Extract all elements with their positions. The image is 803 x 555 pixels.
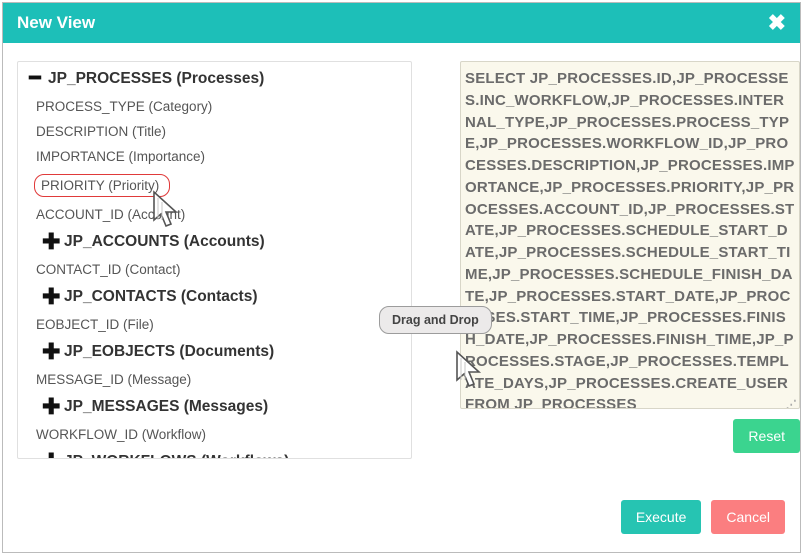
- cursor-icon: [150, 190, 190, 234]
- cancel-button[interactable]: Cancel: [711, 500, 785, 534]
- tree-root[interactable]: ━ JP_PROCESSES (Processes): [22, 66, 411, 94]
- resize-handle-icon[interactable]: ⋰: [786, 402, 797, 408]
- dialog-header: New View ✖: [3, 3, 800, 43]
- tree-subgroup[interactable]: ✚ JP_CONTACTS (Contacts): [22, 282, 411, 312]
- tree-subgroup[interactable]: ✚ JP_WORKFLOWS (Workflows): [22, 447, 411, 459]
- expand-icon[interactable]: ✚: [42, 345, 60, 359]
- reset-button[interactable]: Reset: [733, 419, 800, 453]
- expand-icon[interactable]: ✚: [42, 235, 60, 249]
- tree-subgroup[interactable]: ✚ JP_ACCOUNTS (Accounts): [22, 227, 411, 257]
- collapse-icon[interactable]: ━: [26, 72, 44, 86]
- expand-icon[interactable]: ✚: [42, 400, 60, 414]
- dialog-title: New View: [17, 13, 95, 33]
- expand-icon[interactable]: ✚: [42, 455, 60, 459]
- sql-text: SELECT JP_PROCESSES.ID,JP_PROCESSES.INC_…: [465, 70, 795, 409]
- tree-item[interactable]: ACCOUNT_ID (Account): [22, 202, 411, 227]
- tree-item[interactable]: CONTACT_ID (Contact): [22, 257, 411, 282]
- expand-icon[interactable]: ✚: [42, 290, 60, 304]
- tree-item-priority[interactable]: PRIORITY (Priority): [22, 169, 411, 202]
- tree-item[interactable]: IMPORTANCE (Importance): [22, 144, 411, 169]
- tree-subgroup[interactable]: ✚ JP_EOBJECTS (Documents): [22, 337, 411, 367]
- tree-item[interactable]: MESSAGE_ID (Message): [22, 367, 411, 392]
- field-tree[interactable]: ━ JP_PROCESSES (Processes) PROCESS_TYPE …: [17, 61, 412, 459]
- tree-subgroup[interactable]: ✚ JP_MESSAGES (Messages): [22, 392, 411, 422]
- sql-textarea[interactable]: SELECT JP_PROCESSES.ID,JP_PROCESSES.INC_…: [460, 61, 800, 409]
- drag-tooltip: Drag and Drop: [379, 306, 492, 334]
- tree-item[interactable]: EOBJECT_ID (File): [22, 312, 411, 337]
- tree-item[interactable]: PROCESS_TYPE (Category): [22, 94, 411, 119]
- dialog-footer: Execute Cancel: [621, 500, 785, 534]
- tree-root-label: JP_PROCESSES (Processes): [48, 70, 264, 88]
- execute-button[interactable]: Execute: [621, 500, 702, 534]
- close-icon[interactable]: ✖: [768, 12, 786, 34]
- cursor-icon: [453, 350, 493, 394]
- tree-item[interactable]: DESCRIPTION (Title): [22, 119, 411, 144]
- tree-item[interactable]: WORKFLOW_ID (Workflow): [22, 422, 411, 447]
